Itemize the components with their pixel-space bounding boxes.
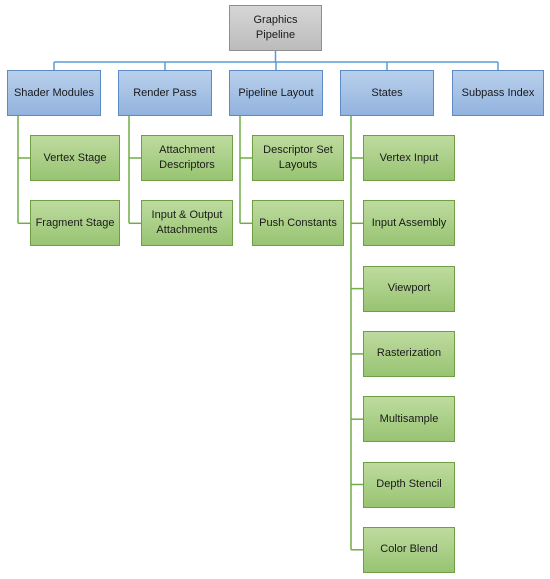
category-node-pipeline-layout[interactable]: Pipeline Layout [229,70,323,116]
leaf-node[interactable]: Push Constants [252,200,344,247]
leaf-node[interactable]: Rasterization [363,330,455,377]
category-node-states[interactable]: States [340,70,434,116]
category-node-render-pass[interactable]: Render Pass [118,70,212,116]
leaf-node[interactable]: Depth Stencil [363,461,455,508]
leaf-node[interactable]: Vertex Input [363,135,455,181]
leaf-node[interactable]: Descriptor Set Layouts [252,135,344,181]
leaf-node[interactable]: Viewport [363,265,455,312]
category-node-subpass-index[interactable]: Subpass Index [452,70,544,116]
leaf-node[interactable]: Color Blend [363,526,455,573]
leaf-node[interactable]: Input & Output Attachments [141,200,233,247]
leaf-node[interactable]: Input Assembly [363,200,455,247]
leaf-node[interactable]: Attachment Descriptors [141,135,233,181]
leaf-node[interactable]: Vertex Stage [30,135,120,181]
leaf-node[interactable]: Fragment Stage [30,200,120,247]
leaf-node[interactable]: Multisample [363,396,455,443]
root-node-graphics-pipeline[interactable]: Graphics Pipeline [229,5,322,51]
category-node-shader-modules[interactable]: Shader Modules [7,70,101,116]
